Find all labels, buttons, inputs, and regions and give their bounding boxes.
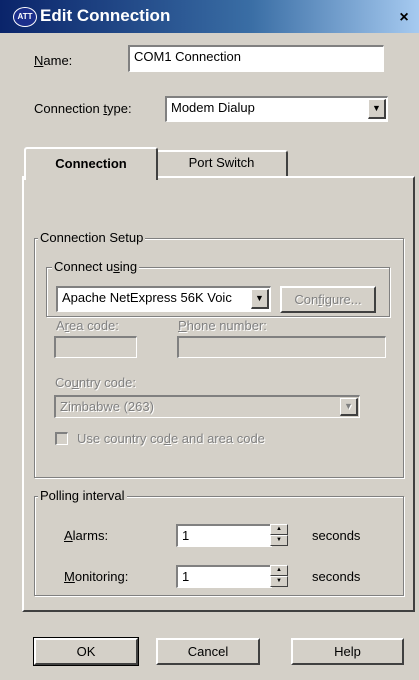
monitoring-spinner[interactable]: ▲ ▼ <box>270 565 288 587</box>
tab-connection[interactable]: Connection <box>24 147 158 180</box>
help-button[interactable]: Help <box>291 638 404 665</box>
connect-using-label: Connect using <box>52 259 140 274</box>
tab-port-switch[interactable]: Port Switch <box>155 150 288 176</box>
chevron-down-icon[interactable]: ▼ <box>368 99 386 119</box>
spin-up-icon[interactable]: ▲ <box>270 565 288 576</box>
device-value: Apache NetExpress 56K Voic <box>62 290 232 305</box>
connection-type-label: Connection type: <box>34 101 132 116</box>
connection-setup-label: Connection Setup <box>38 230 146 245</box>
device-select[interactable]: Apache NetExpress 56K Voic ▼ <box>56 286 271 312</box>
configure-button[interactable]: Configure... <box>280 286 376 313</box>
spin-down-icon[interactable]: ▼ <box>270 576 288 587</box>
use-country-code-label: Use country code and area code <box>77 431 265 446</box>
spin-up-icon[interactable]: ▲ <box>270 524 288 535</box>
country-code-label: Country code: <box>55 375 136 390</box>
alarms-spinner[interactable]: ▲ ▼ <box>270 524 288 546</box>
name-label: Name: <box>34 53 73 68</box>
area-code-input[interactable] <box>54 336 137 358</box>
monitoring-label: Monitoring: <box>64 569 129 584</box>
connection-type-select[interactable]: Modem Dialup ▼ <box>165 96 388 122</box>
alarms-unit: seconds <box>312 528 361 543</box>
chevron-down-icon[interactable]: ▼ <box>251 289 269 309</box>
close-icon[interactable]: × <box>392 8 416 28</box>
phone-number-input[interactable] <box>177 336 386 358</box>
country-code-select[interactable]: Zimbabwe (263) ▼ <box>54 395 360 418</box>
use-country-code-checkbox[interactable] <box>55 432 68 445</box>
alarms-label: Alarms: <box>64 528 109 543</box>
polling-interval-label: Polling interval <box>38 488 127 503</box>
area-code-label: Area code: <box>56 318 119 333</box>
phone-number-label: Phone number: <box>178 318 267 333</box>
connection-type-value: Modem Dialup <box>171 100 255 115</box>
chevron-down-icon[interactable]: ▼ <box>340 398 358 416</box>
spin-down-icon[interactable]: ▼ <box>270 535 288 546</box>
country-code-value: Zimbabwe (263) <box>60 399 154 414</box>
alarms-input[interactable]: 1 <box>176 524 272 547</box>
monitoring-unit: seconds <box>312 569 361 584</box>
window-title: Edit Connection <box>40 6 171 25</box>
cancel-button[interactable]: Cancel <box>156 638 260 665</box>
ok-button[interactable]: OK <box>33 637 139 666</box>
app-icon: ATT <box>13 7 37 27</box>
monitoring-input[interactable]: 1 <box>176 565 272 588</box>
name-input[interactable]: COM1 Connection <box>128 45 384 72</box>
